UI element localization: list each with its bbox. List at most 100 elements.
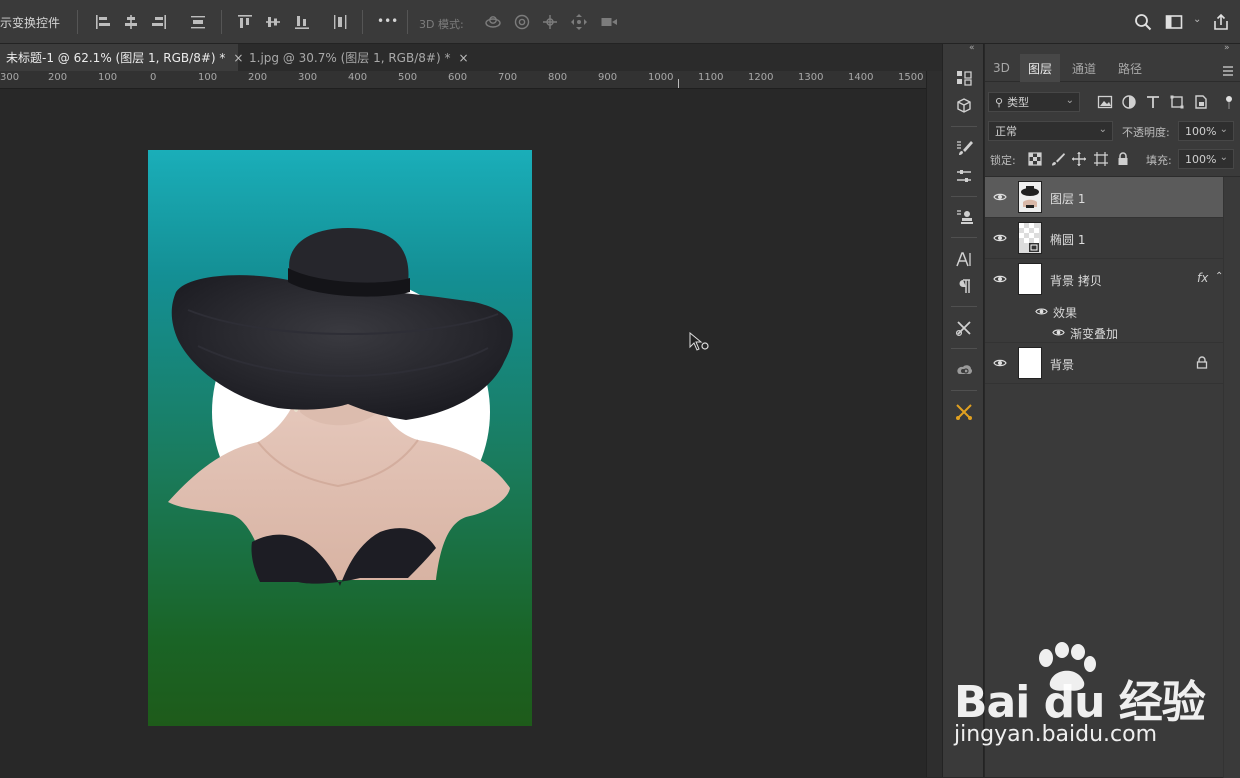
tool-presets-icon[interactable] [953,317,975,339]
more-options-button[interactable]: ••• [377,14,398,28]
chevron-down-icon: ⌄ [1065,95,1074,106]
collapse-icon[interactable]: « [969,43,975,53]
lock-transparent-icon[interactable] [1028,151,1042,170]
tab-paths[interactable]: 路径 [1110,54,1150,82]
tab-1-jpg[interactable]: 1.jpg @ 30.7% (图层 1, RGB/8#) * × [243,44,469,71]
clone-source-icon[interactable] [953,206,975,228]
visibility-eye-icon[interactable] [993,356,1007,370]
filter-adjustment-icon[interactable] [1121,94,1137,114]
tab-3d[interactable]: 3D [985,54,1018,82]
history-icon[interactable] [953,67,975,89]
ruler-label: 1400 [848,72,874,83]
gradient-overlay-label[interactable]: 渐变叠加 [1070,325,1118,342]
ruler-label: 1200 [748,72,774,83]
filter-toggle-icon[interactable] [1225,94,1233,110]
ruler-label: 600 [448,72,468,83]
crossed-tools-icon[interactable] [953,401,975,423]
ruler-label: 300 [298,72,318,83]
character-icon[interactable] [953,248,975,270]
layer-name: 图层 1 [1050,192,1086,206]
visibility-eye-icon[interactable] [993,272,1007,286]
effects-label: 效果 [1053,306,1078,320]
opacity-input[interactable]: 100% ⌄ [1178,121,1234,141]
collapse-icon[interactable]: » [1224,43,1230,53]
3d-camera-icon[interactable] [598,11,620,33]
distribute-vertical-icon[interactable] [187,11,209,33]
panel-menu-icon[interactable] [1222,62,1234,76]
tab-label: 未标题-1 @ 62.1% (图层 1, RGB/8#) * [6,51,226,65]
3d-orbit-icon[interactable] [482,11,504,33]
document-canvas[interactable] [148,150,532,726]
filter-type-icon[interactable] [1145,94,1161,114]
effects-eye-icon[interactable] [1035,305,1048,318]
ruler-label: 200 [48,72,68,83]
brush-settings-icon[interactable] [953,137,975,159]
filter-shape-icon[interactable] [1169,94,1185,114]
fill-input[interactable]: 100% ⌄ [1178,149,1234,169]
divider [951,196,977,197]
divider [951,306,977,307]
visibility-eye-icon[interactable] [993,231,1007,245]
align-top-icon[interactable] [234,11,256,33]
lock-label: 锁定: [990,154,1016,167]
layer-thumbnail [1018,347,1042,379]
chevron-down-icon[interactable]: ⌄ [1193,14,1201,25]
3d-roll-icon[interactable] [511,11,533,33]
show-transform-controls-label[interactable]: 示变换控件 [0,14,60,31]
workspace-icon[interactable] [1163,11,1185,33]
lock-position-icon[interactable] [1072,151,1086,170]
tab-untitled-1[interactable]: 未标题-1 @ 62.1% (图层 1, RGB/8#) * × [0,44,243,71]
filter-pixel-icon[interactable] [1097,94,1113,114]
share-icon[interactable] [1210,11,1232,33]
separator [77,10,78,34]
lock-artboard-icon[interactable] [1094,151,1108,170]
ruler-label: 400 [348,72,368,83]
layer-thumbnail [1018,222,1042,254]
filter-smart-object-icon[interactable] [1193,94,1209,114]
divider [951,126,977,127]
gradient-overlay-eye-icon[interactable] [1052,326,1065,339]
panel-tabs: 3D 图层 通道 路径 [985,54,1240,82]
ruler-label: 500 [398,72,418,83]
search-icon[interactable] [1132,11,1154,33]
align-right-icon[interactable] [148,11,170,33]
divider [951,348,977,349]
lock-pixels-icon[interactable] [1051,151,1065,170]
libraries-icon[interactable] [953,359,975,381]
close-icon[interactable]: × [233,51,243,65]
filter-value: 类型 [1007,96,1030,109]
adjustments-icon[interactable] [953,165,975,187]
align-horizontal-center-icon[interactable] [120,11,142,33]
ruler-label: 800 [548,72,568,83]
layer-row-background[interactable]: 背景 [985,343,1223,384]
align-bottom-icon[interactable] [291,11,313,33]
layer-name: 背景 [1050,358,1075,372]
layer-name: 背景 拷贝 [1050,274,1102,288]
layer-row-ellipse-1[interactable]: 椭圆 1 [985,218,1223,259]
align-vertical-center-icon[interactable] [262,11,284,33]
visibility-eye-icon[interactable] [993,190,1007,204]
distribute-horizontal-icon[interactable] [329,11,351,33]
chevron-down-icon: ⌄ [1098,124,1107,135]
horizontal-ruler[interactable]: 300 200 100 0 100 200 300 400 500 600 70… [0,71,926,89]
tab-channels[interactable]: 通道 [1064,54,1104,82]
blend-mode-select[interactable]: 正常 ⌄ [988,121,1113,141]
layer-row-background-copy[interactable]: 背景 拷贝 fx ⌃ 效果 渐变叠加 [985,259,1223,343]
close-icon[interactable]: × [458,51,468,65]
lock-all-icon[interactable] [1116,151,1130,170]
layer-row-layer-1[interactable]: 图层 1 [985,177,1223,218]
ruler-label: 100 [98,72,118,83]
fx-icon[interactable]: fx [1197,271,1208,285]
options-bar: 示变换控件 ••• 3D 模式: ⌄ [0,0,1240,44]
layer-filter-select[interactable]: ⚲ 类型 ⌄ [988,92,1080,112]
blend-mode-value: 正常 [995,125,1017,138]
layer-thumbnail [1018,263,1042,295]
3d-pan-icon[interactable] [539,11,561,33]
tab-layers[interactable]: 图层 [1020,54,1061,82]
3d-cube-icon[interactable] [953,95,975,117]
align-left-icon[interactable] [92,11,114,33]
paragraph-icon[interactable] [953,275,975,297]
search-icon: ⚲ [995,95,1004,109]
ruler-label: 700 [498,72,518,83]
3d-slide-icon[interactable] [568,11,590,33]
